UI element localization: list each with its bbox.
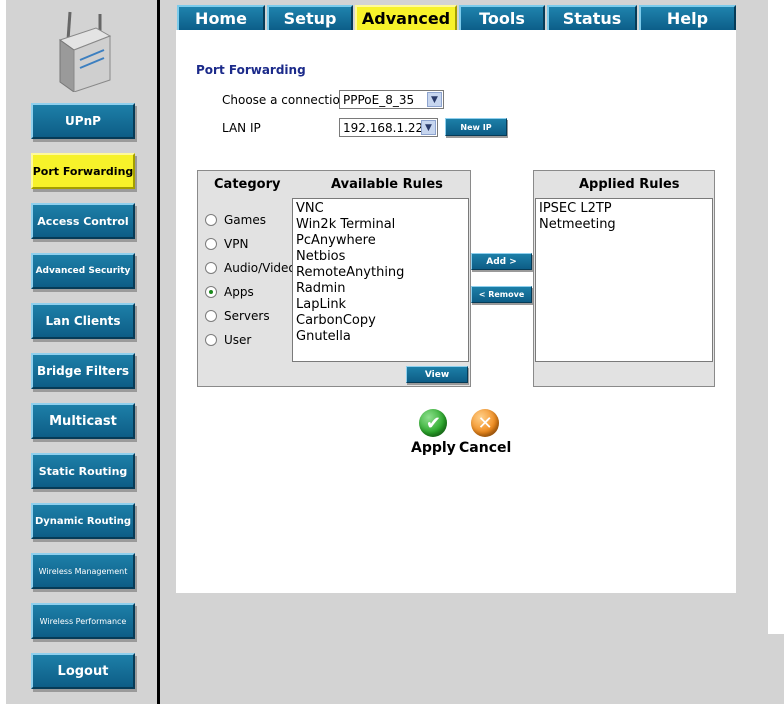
applied-rules-list[interactable]: IPSEC L2TP Netmeeting <box>535 198 713 362</box>
sidebar-item-multicast[interactable]: Multicast <box>31 403 135 439</box>
checkmark-icon: ✔ <box>419 409 448 437</box>
tab-status[interactable]: Status <box>547 5 637 30</box>
category-vpn[interactable]: VPN <box>205 237 248 251</box>
list-item[interactable]: Radmin <box>293 281 468 297</box>
radio-button-selected[interactable] <box>205 286 217 298</box>
sidebar-item-dynamic-routing[interactable]: Dynamic Routing <box>31 503 135 539</box>
tab-label: Tools <box>479 9 525 28</box>
connection-label: Choose a connection <box>222 93 348 107</box>
sidebar-item-port-forwarding[interactable]: Port Forwarding <box>31 153 135 189</box>
sidebar-item-label: Lan Clients <box>45 314 121 328</box>
sidebar-item-label: Wireless Performance <box>39 616 127 626</box>
sidebar-item-label: Port Forwarding <box>32 164 134 178</box>
lan-ip-select-value: 192.168.1.22 <box>343 120 424 135</box>
tab-label: Home <box>195 9 247 28</box>
radio-button[interactable] <box>205 310 217 322</box>
tab-home[interactable]: Home <box>177 5 265 30</box>
list-item[interactable]: LapLink <box>293 297 468 313</box>
sidebar-item-static-routing[interactable]: Static Routing <box>31 453 135 489</box>
remove-button-label: < Remove <box>478 290 525 299</box>
sidebar-item-label: UPnP <box>65 114 101 128</box>
category-label: VPN <box>224 237 249 251</box>
list-item[interactable]: CarbonCopy <box>293 313 468 329</box>
category-label: User <box>224 333 252 347</box>
connection-select[interactable]: PPPoE_8_35 ▼ <box>339 90 444 109</box>
tab-label: Setup <box>283 9 337 28</box>
sidebar-item-label: Dynamic Routing <box>34 515 132 527</box>
remove-rule-button[interactable]: < Remove <box>471 286 532 303</box>
sidebar-item-bridge-filters[interactable]: Bridge Filters <box>31 353 135 389</box>
list-item[interactable]: RemoteAnything <box>293 265 468 281</box>
right-margin <box>768 0 784 634</box>
apply-label: Apply <box>411 440 456 456</box>
category-label: Apps <box>224 285 254 299</box>
tab-label: Advanced <box>361 9 451 28</box>
available-rules-header: Available Rules <box>331 177 443 192</box>
category-label: Audio/Video <box>224 261 296 275</box>
sidebar-item-label: Advanced Security <box>35 266 131 276</box>
page-title: Port Forwarding <box>196 63 306 77</box>
chevron-down-icon: ▼ <box>427 92 442 107</box>
category-user[interactable]: User <box>205 333 251 347</box>
close-icon: ✕ <box>471 409 500 437</box>
sidebar-item-label: Wireless Management <box>38 566 128 576</box>
sidebar-item-lan-clients[interactable]: Lan Clients <box>31 303 135 339</box>
radio-button[interactable] <box>205 214 217 226</box>
category-games[interactable]: Games <box>205 213 266 227</box>
sidebar-item-wireless-performance[interactable]: Wireless Performance <box>31 603 135 639</box>
category-servers[interactable]: Servers <box>205 309 270 323</box>
sidebar-item-label: Access Control <box>37 214 129 228</box>
view-button[interactable]: View <box>406 366 468 383</box>
new-ip-button-label: New IP <box>460 122 492 132</box>
cancel-button[interactable]: ✕ Cancel <box>459 409 511 456</box>
add-rule-button[interactable]: Add > <box>471 253 532 270</box>
radio-button[interactable] <box>205 334 217 346</box>
radio-button[interactable] <box>205 238 217 250</box>
list-item[interactable]: Win2k Terminal <box>293 217 468 233</box>
applied-rules-header: Applied Rules <box>579 177 680 192</box>
lan-ip-label: LAN IP <box>222 121 261 135</box>
cancel-label: Cancel <box>459 440 512 456</box>
tab-label: Status <box>562 9 622 28</box>
sidebar-item-upnp[interactable]: UPnP <box>31 103 135 139</box>
category-label: Games <box>224 213 266 227</box>
sidebar-item-access-control[interactable]: Access Control <box>31 203 135 239</box>
tab-setup[interactable]: Setup <box>267 5 353 30</box>
connection-select-value: PPPoE_8_35 <box>343 92 415 107</box>
right-gray-strip <box>744 0 768 634</box>
list-item[interactable]: Netbios <box>293 249 468 265</box>
apply-button[interactable]: ✔ Apply <box>411 409 456 456</box>
sidebar-item-advanced-security[interactable]: Advanced Security <box>31 253 135 289</box>
radio-button[interactable] <box>205 262 217 274</box>
router-device-image <box>58 11 112 92</box>
tab-tools[interactable]: Tools <box>459 5 545 30</box>
tab-advanced[interactable]: Advanced <box>355 5 457 30</box>
chevron-down-icon: ▼ <box>421 120 436 135</box>
list-item[interactable]: Netmeeting <box>536 217 712 233</box>
view-button-label: View <box>424 369 450 380</box>
list-item[interactable]: VNC <box>293 201 468 217</box>
lan-ip-select[interactable]: 192.168.1.22 ▼ <box>339 118 438 137</box>
list-item[interactable]: Gnutella <box>293 329 468 345</box>
list-item[interactable]: PcAnywhere <box>293 233 468 249</box>
add-button-label: Add > <box>486 256 517 267</box>
tab-label: Help <box>666 9 709 28</box>
sidebar-item-logout[interactable]: Logout <box>31 653 135 689</box>
sidebar-item-label: Multicast <box>49 413 117 429</box>
sidebar-item-label: Logout <box>57 663 109 679</box>
sidebar-item-label: Static Routing <box>38 464 128 478</box>
sidebar-divider <box>157 0 160 704</box>
list-item[interactable]: IPSEC L2TP <box>536 201 712 217</box>
new-ip-button[interactable]: New IP <box>445 118 507 136</box>
tab-help[interactable]: Help <box>639 5 736 30</box>
category-apps[interactable]: Apps <box>205 285 254 299</box>
category-audio-video[interactable]: Audio/Video <box>205 261 296 275</box>
sidebar-item-wireless-management[interactable]: Wireless Management <box>31 553 135 589</box>
sidebar-item-label: Bridge Filters <box>36 364 130 378</box>
category-header: Category <box>214 177 281 192</box>
available-rules-list[interactable]: VNC Win2k Terminal PcAnywhere Netbios Re… <box>292 198 469 362</box>
category-label: Servers <box>224 309 270 323</box>
